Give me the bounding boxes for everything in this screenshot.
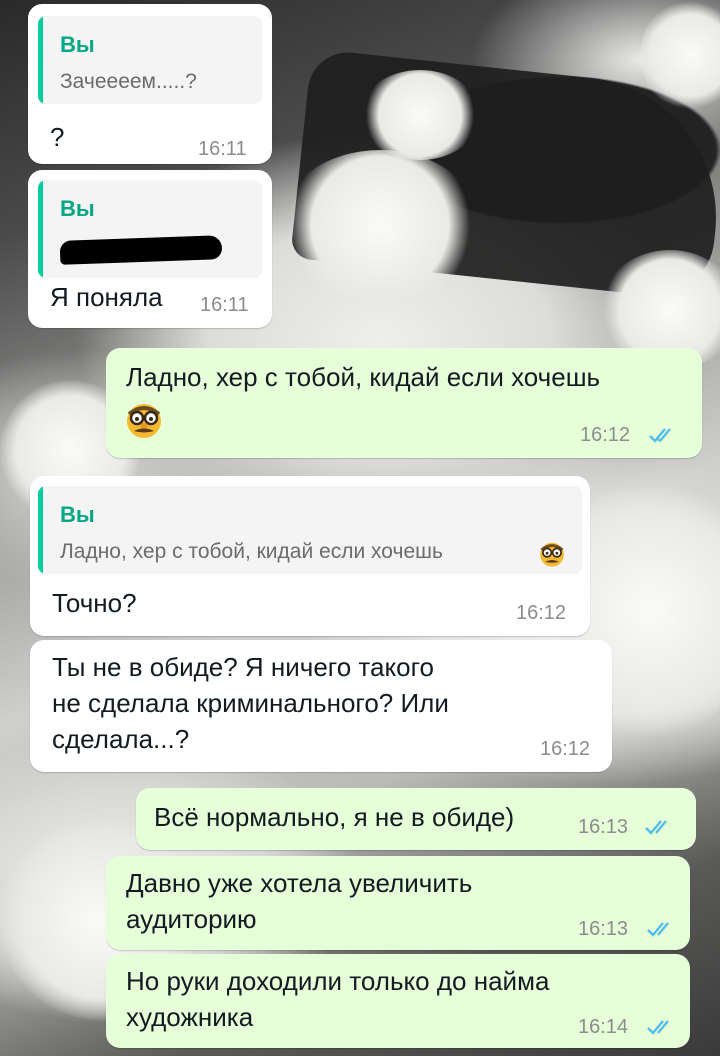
message-bubble[interactable]: Вы Ладно, хер с тобой, кидай если хочешь… [30, 476, 590, 636]
message-text-line: Ты не в обиде? Я ничего такого [52, 652, 434, 682]
reply-quote[interactable]: Вы [38, 180, 262, 278]
message-text-line: художника [126, 1002, 254, 1032]
message-bubble[interactable]: Давно уже хотела увеличить аудиторию 16:… [106, 856, 690, 950]
reply-quote[interactable]: Вы Зачеееем.....? [38, 16, 262, 104]
message-text: Всё нормально, я не в обиде) [154, 802, 515, 832]
read-receipt-icon [647, 922, 669, 937]
message-bubble[interactable]: Но руки доходили только до найма художни… [106, 954, 690, 1048]
message-time: 16:12 [580, 424, 631, 446]
message-text-line: сделала...? [52, 724, 190, 754]
message-bubble[interactable]: Вы Я поняла 16:11 [28, 170, 272, 328]
redacted-quote-text [59, 235, 223, 265]
read-receipt-icon [645, 820, 667, 835]
quote-author: Вы [60, 502, 95, 527]
message-time: 16:11 [198, 138, 247, 160]
nerd-disguise-face-icon [127, 404, 161, 438]
nerd-disguise-face-icon [540, 542, 564, 567]
message-text-line: Давно уже хотела увеличить [126, 868, 473, 898]
quote-author: Вы [60, 32, 95, 57]
message-time: 16:13 [578, 816, 629, 838]
read-receipt-icon [649, 428, 671, 443]
reply-quote[interactable]: Вы Ладно, хер с тобой, кидай если хочешь [38, 486, 582, 574]
message-time: 16:14 [578, 1016, 629, 1038]
message-text-line: не сделала криминального? Или [52, 688, 449, 718]
message-bubble[interactable]: Всё нормально, я не в обиде) 16:13 [136, 788, 696, 850]
message-bubble[interactable]: Ты не в обиде? Я ничего такого не сделал… [30, 640, 612, 772]
message-bubble[interactable]: Ладно, хер с тобой, кидай если хочешь 16… [106, 348, 702, 458]
message-time: 16:13 [578, 918, 629, 940]
message-text: Точно? [52, 588, 137, 618]
message-time: 16:11 [200, 294, 249, 316]
quote-author: Вы [60, 196, 95, 221]
message-bubble[interactable]: Вы Зачеееем.....? ? 16:11 [28, 4, 272, 164]
quote-text: Ладно, хер с тобой, кидай если хочешь [60, 540, 443, 563]
message-text: Ладно, хер с тобой, кидай если хочешь [126, 362, 601, 392]
message-time: 16:12 [540, 738, 591, 760]
read-receipt-icon [647, 1020, 669, 1035]
message-text-line: Но руки доходили только до найма [126, 966, 550, 996]
message-text-line: аудиторию [126, 904, 257, 934]
quote-text: Зачеееем.....? [60, 70, 197, 93]
message-text: Я поняла [50, 282, 163, 312]
message-text: ? [50, 122, 65, 152]
message-time: 16:12 [516, 602, 567, 624]
